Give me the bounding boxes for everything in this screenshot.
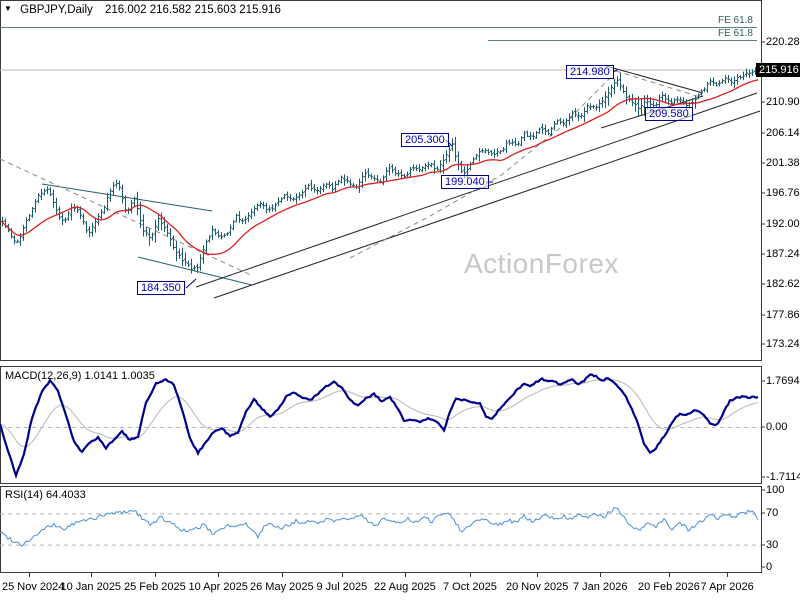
macd-panel-label: MACD(12,26,9) 1.0141 1.0035	[5, 370, 155, 382]
macd-signal-line	[0, 379, 759, 448]
price-axis-label: 206.140	[766, 127, 800, 139]
price-callout[interactable]: 184.350	[137, 281, 185, 295]
rsi-axis-label: 30	[766, 539, 779, 551]
chart-window: ActionForex ▼ GBPJPY,Daily 216.002 216.5…	[0, 0, 800, 600]
price-axis-label: 210.900	[766, 96, 800, 108]
symbol-dropdown-icon[interactable]: ▼	[4, 4, 12, 13]
date-axis-label: 7 Apr 2026	[700, 581, 754, 593]
price-callout[interactable]: 214.980	[566, 65, 614, 79]
current-price-tag: 215.916	[756, 63, 800, 77]
date-axis-label: 26 May 2025	[250, 581, 314, 593]
date-axis-label: 10 Jan 2025	[60, 581, 122, 593]
trendline-falling-dashed	[0, 158, 254, 277]
date-axis-label: 20 Nov 2025	[506, 581, 569, 593]
rsi-axis-label: 100	[766, 484, 785, 496]
trendline-peak-dashed	[615, 70, 701, 98]
date-axis-label: 9 Jul 2025	[316, 581, 368, 593]
fe-level-label: FE 61.8	[717, 28, 753, 39]
price-bar-ticks	[1, 69, 760, 270]
date-axis-label: 20 Feb 2026	[638, 581, 700, 593]
symbol-period-label: GBPJPY,Daily	[20, 4, 93, 16]
macd-axis-label: 0.00	[766, 421, 788, 433]
price-axis-label: 177.860	[766, 309, 800, 321]
date-axis-label: 7 Jan 2026	[573, 581, 628, 593]
rsi-axis-label: 0	[766, 561, 773, 573]
callout-connector	[185, 278, 197, 289]
trendline-channel-upper	[41, 183, 213, 212]
fe-level-label: FE 61.8	[717, 15, 753, 26]
price-axis-label: 201.380	[766, 157, 800, 169]
chart-canvas[interactable]	[0, 0, 800, 600]
ohlc-values: 216.002 216.582 215.603 215.916	[104, 4, 281, 16]
price-callout[interactable]: 205.300	[401, 133, 449, 147]
price-axis-label: 192.000	[766, 218, 800, 230]
rsi-panel-label: RSI(14) 64.4033	[5, 489, 86, 501]
price-axis-label: 182.620	[766, 278, 800, 290]
rsi-line	[0, 506, 759, 548]
macd-main-line	[0, 373, 759, 480]
price-callout[interactable]: 209.580	[645, 107, 693, 121]
macd-axis-label: 1.7694	[766, 375, 800, 387]
chart-title: ▼ GBPJPY,Daily 216.002 216.582 215.603 2…	[4, 4, 281, 16]
date-axis-label: 7 Oct 2025	[443, 581, 497, 593]
date-axis-label: 25 Feb 2025	[124, 581, 186, 593]
price-axis-label: 187.240	[766, 248, 800, 260]
watermark: ActionForex	[464, 248, 619, 279]
price-axis-label: 173.240	[766, 338, 800, 350]
panel-border-1	[0, 366, 762, 484]
price-axis-label: 196.760	[766, 187, 800, 199]
macd-axis-label: -1.7114	[766, 471, 800, 483]
panel-border-2	[0, 486, 762, 573]
price-axis-label: 220.280	[766, 36, 800, 48]
date-axis-label: 10 Apr 2025	[188, 581, 248, 593]
price-callout[interactable]: 199.040	[441, 175, 489, 189]
rsi-axis-label: 70	[766, 507, 779, 519]
date-axis-label: 22 Aug 2025	[374, 581, 436, 593]
date-axis-label: 25 Nov 2024	[2, 581, 65, 593]
price-bars	[2, 65, 759, 274]
